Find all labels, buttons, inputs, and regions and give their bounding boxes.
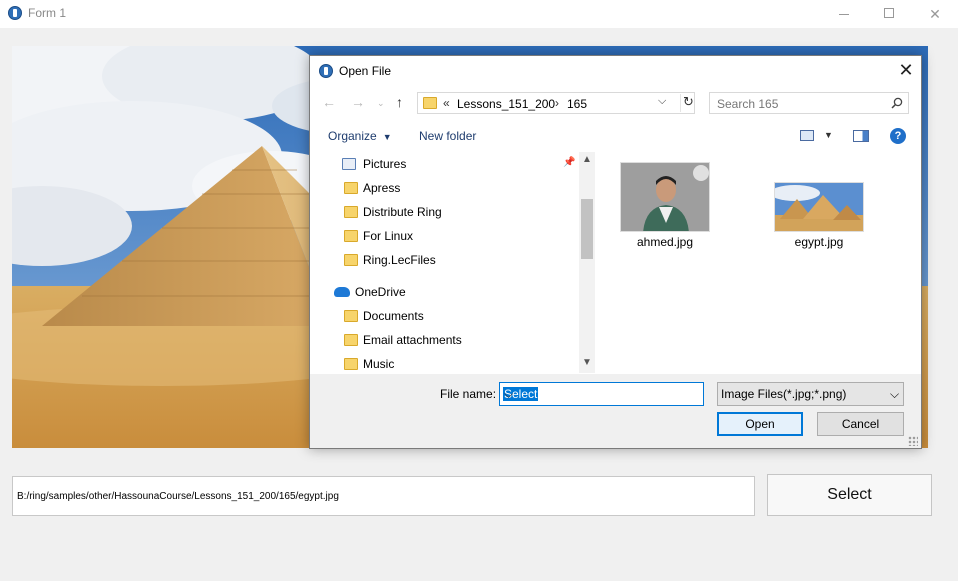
path-text: B:/ring/samples/other/HassounaCourse/Les…	[17, 491, 339, 502]
app-icon	[8, 6, 22, 20]
up-arrow-icon[interactable]: ↑	[396, 94, 403, 110]
nav-item-documents[interactable]: Documents	[310, 305, 580, 327]
folder-icon	[344, 358, 358, 370]
cancel-button[interactable]: Cancel	[817, 412, 904, 436]
recent-locations-chevron-icon[interactable]: ⌄	[377, 98, 385, 109]
back-arrow-icon[interactable]: ←	[322, 94, 336, 110]
file-name-input[interactable]: Select ⌵	[499, 382, 704, 406]
open-file-dialog: Open File ✕ ← → ⌄ ↑ « Lessons_151_200 › …	[309, 55, 922, 449]
new-folder-button[interactable]: New folder	[419, 129, 476, 143]
breadcrumb-165[interactable]: 165	[567, 97, 587, 111]
maximize-button[interactable]	[866, 0, 912, 28]
breadcrumb-lessons[interactable]: Lessons_151_200	[457, 97, 555, 111]
chevron-down-icon: ⌵	[890, 387, 900, 401]
address-overflow[interactable]: «	[443, 96, 450, 110]
nav-item-distribute-ring[interactable]: Distribute Ring	[310, 201, 580, 223]
onedrive-icon	[334, 287, 350, 297]
file-name-label: ahmed.jpg	[636, 235, 694, 249]
file-type-value: Image Files(*.jpg;*.png)	[721, 387, 847, 401]
nav-item-music[interactable]: Music	[310, 353, 580, 373]
window-title: Form 1	[28, 6, 67, 20]
file-name-label: egypt.jpg	[794, 235, 844, 249]
help-icon[interactable]: ?	[890, 128, 906, 144]
view-chevron-down-icon[interactable]: ▼	[824, 130, 833, 140]
path-textbox[interactable]: B:/ring/samples/other/HassounaCourse/Les…	[12, 476, 755, 516]
resize-grip-icon[interactable]	[908, 436, 918, 446]
pictures-icon	[342, 158, 356, 170]
organize-menu[interactable]: Organize ▼	[328, 129, 392, 143]
folder-icon	[344, 254, 358, 266]
chevron-down-icon[interactable]: ⌵	[658, 95, 666, 108]
folder-icon	[344, 230, 358, 242]
nav-item-label: OneDrive	[355, 285, 406, 299]
refresh-icon[interactable]: ↻	[680, 94, 696, 112]
search-placeholder: Search 165	[717, 97, 779, 111]
nav-item-apress[interactable]: Apress	[310, 177, 580, 199]
dialog-app-icon	[319, 64, 333, 78]
navigation-pane: Pictures 📌 Apress Distribute Ring For Li…	[310, 152, 595, 373]
dialog-bottom-bar: File name: Select ⌵ Image Files(*.jpg;*.…	[310, 374, 921, 448]
nav-item-label: Pictures	[363, 157, 407, 171]
minimize-icon	[839, 14, 849, 15]
folder-icon	[344, 310, 358, 322]
navigation-scrollbar[interactable]: ▲ ▼	[579, 152, 595, 373]
nav-item-email-attachments[interactable]: Email attachments	[310, 329, 580, 351]
scrollbar-thumb[interactable]	[581, 199, 593, 259]
dialog-title: Open File	[339, 64, 392, 78]
folder-icon	[344, 182, 358, 194]
maximize-icon	[884, 8, 894, 18]
file-name-label: File name:	[440, 387, 497, 401]
nav-item-for-linux[interactable]: For Linux	[310, 225, 580, 247]
folder-icon	[344, 206, 358, 218]
view-icon[interactable]	[800, 130, 814, 141]
open-button[interactable]: Open	[717, 412, 803, 436]
search-icon	[891, 97, 903, 109]
close-button[interactable]: ✕	[912, 0, 958, 28]
dialog-title-bar: Open File ✕	[310, 56, 921, 86]
address-bar[interactable]: « Lessons_151_200 › 165 ⌵ ↻	[417, 92, 695, 114]
search-input[interactable]: Search 165	[709, 92, 909, 114]
forward-arrow-icon[interactable]: →	[351, 94, 365, 110]
dialog-close-button[interactable]: ✕	[890, 56, 922, 86]
nav-item-label: For Linux	[363, 229, 414, 243]
file-list: ahmed.jpg egypt.jpg	[596, 152, 921, 373]
chevron-down-icon: ▼	[382, 132, 392, 142]
nav-item-pictures[interactable]: Pictures 📌	[310, 153, 580, 175]
scroll-up-icon[interactable]: ▲	[582, 154, 592, 165]
dialog-toolbar: Organize ▼ New folder ▼ ?	[310, 122, 921, 150]
ahmed-thumbnail	[620, 162, 710, 232]
egypt-thumbnail	[774, 182, 864, 232]
file-type-select[interactable]: Image Files(*.jpg;*.png) ⌵	[717, 382, 904, 406]
organize-label: Organize	[328, 129, 377, 143]
folder-icon	[423, 97, 437, 109]
folder-icon	[344, 334, 358, 346]
title-bar: Form 1 ✕	[0, 0, 958, 28]
chevron-down-icon[interactable]: ⌵	[503, 387, 514, 402]
scroll-down-icon[interactable]: ▼	[582, 357, 592, 368]
nav-item-label: Music	[363, 357, 395, 371]
nav-item-ring-lecfiles[interactable]: Ring.LecFiles	[310, 249, 580, 271]
breadcrumb-separator[interactable]: ›	[555, 96, 559, 110]
preview-pane-icon[interactable]	[853, 130, 869, 142]
select-button[interactable]: Select	[767, 474, 932, 516]
pin-icon[interactable]: 📌	[563, 157, 575, 168]
nav-item-onedrive[interactable]: OneDrive	[310, 281, 580, 303]
nav-item-label: Documents	[363, 309, 424, 323]
nav-item-label: Ring.LecFiles	[363, 253, 436, 267]
minimize-button[interactable]	[821, 0, 867, 28]
nav-item-label: Apress	[363, 181, 401, 195]
nav-item-label: Distribute Ring	[363, 205, 442, 219]
nav-item-label: Email attachments	[363, 333, 462, 347]
